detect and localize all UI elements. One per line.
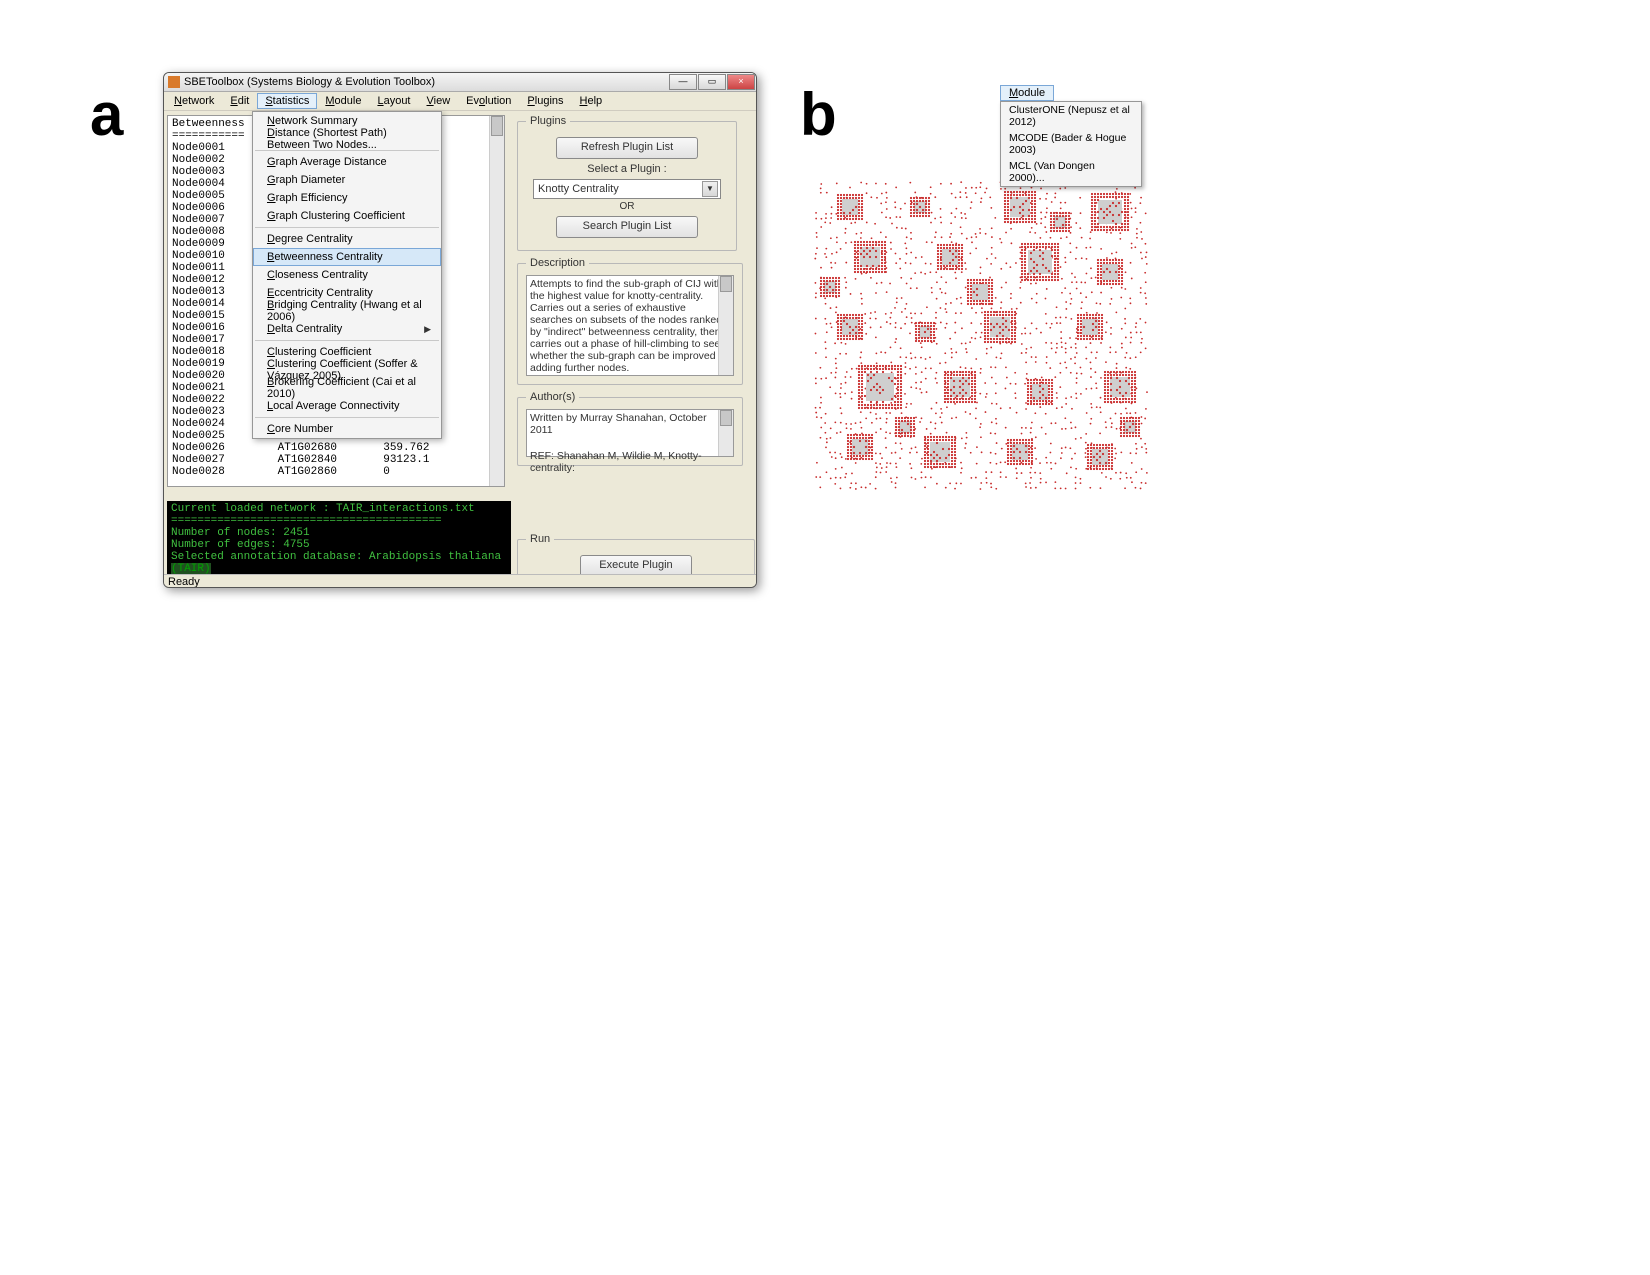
network-visualization[interactable]	[810, 177, 1150, 492]
app-icon	[168, 76, 180, 88]
description-fieldset: Description Attempts to find the sub-gra…	[517, 257, 743, 385]
description-textbox[interactable]: Attempts to find the sub-graph of CIJ wi…	[526, 275, 734, 376]
menu-edit[interactable]: Edit	[222, 93, 257, 109]
scroll-thumb[interactable]	[720, 276, 732, 292]
menu-network[interactable]: Network	[166, 93, 222, 109]
module-dropdown: ClusterONE (Nepusz et al 2012)MCODE (Bad…	[1000, 101, 1142, 187]
menu-separator	[255, 227, 439, 228]
menubar: NetworkEditStatisticsModuleLayoutViewEvo…	[164, 92, 756, 111]
terminal-line: Number of nodes: 2451	[171, 527, 507, 539]
statusbar: Ready	[164, 574, 756, 588]
stats-menu-item[interactable]: Bridging Centrality (Hwang et al 2006)	[253, 302, 441, 320]
scrollbar[interactable]	[489, 116, 504, 486]
menu-view[interactable]: View	[419, 93, 459, 109]
author-line2: REF: Shanahan M, Wildie M, Knotty-centra…	[530, 450, 730, 474]
figure-label-b: b	[800, 80, 837, 149]
search-plugin-button[interactable]: Search Plugin List	[556, 216, 698, 238]
figure-label-a: a	[90, 80, 123, 149]
run-legend: Run	[526, 533, 554, 545]
terminal-output[interactable]: Current loaded network : TAIR_interactio…	[167, 501, 511, 579]
module-menu-item[interactable]: ClusterONE (Nepusz et al 2012)	[1001, 102, 1141, 130]
menu-evolution[interactable]: Evolution	[458, 93, 519, 109]
stats-menu-item[interactable]: Graph Efficiency	[253, 189, 441, 207]
menu-statistics[interactable]: Statistics	[257, 93, 317, 109]
menu-module[interactable]: Module	[317, 93, 369, 109]
stats-menu-item[interactable]: Distance (Shortest Path) Between Two Nod…	[253, 130, 441, 148]
select-plugin-label: Select a Plugin :	[526, 163, 728, 175]
menu-separator	[255, 417, 439, 418]
menu-separator	[255, 340, 439, 341]
chevron-down-icon[interactable]: ▼	[702, 181, 718, 197]
maximize-button[interactable]: ▭	[698, 74, 726, 90]
menu-layout[interactable]: Layout	[369, 93, 418, 109]
plugins-fieldset: Plugins Refresh Plugin List Select a Plu…	[517, 115, 737, 251]
stats-menu-item[interactable]: Core Number	[253, 420, 441, 438]
module-menu-button[interactable]: Module	[1000, 85, 1054, 101]
description-legend: Description	[526, 257, 589, 269]
scroll-thumb[interactable]	[720, 410, 732, 426]
terminal-line: Current loaded network : TAIR_interactio…	[171, 503, 507, 515]
terminal-line: ========================================…	[171, 515, 507, 527]
menu-help[interactable]: Help	[572, 93, 611, 109]
scrollbar[interactable]	[718, 276, 733, 375]
stats-menu-item[interactable]: Brokering Coefficient (Cai et al 2010)	[253, 379, 441, 397]
stats-menu-item[interactable]: Graph Diameter	[253, 171, 441, 189]
window-title: SBEToolbox (Systems Biology & Evolution …	[184, 76, 435, 88]
statistics-dropdown: Network SummaryDistance (Shortest Path) …	[252, 111, 442, 439]
stats-menu-item[interactable]: Graph Average Distance	[253, 153, 441, 171]
stats-menu-item[interactable]: Graph Clustering Coefficient	[253, 207, 441, 225]
app-window: SBEToolbox (Systems Biology & Evolution …	[163, 72, 757, 588]
close-button[interactable]: ×	[727, 74, 755, 90]
scrollbar[interactable]	[718, 410, 733, 456]
refresh-plugin-button[interactable]: Refresh Plugin List	[556, 137, 698, 159]
menu-plugins[interactable]: Plugins	[519, 93, 571, 109]
plugin-combobox[interactable]: Knotty Centrality ▼	[533, 179, 721, 199]
stats-menu-item[interactable]: Betweenness Centrality	[253, 248, 441, 266]
plugin-combobox-value: Knotty Centrality	[538, 183, 619, 195]
titlebar[interactable]: SBEToolbox (Systems Biology & Evolution …	[164, 73, 756, 92]
scroll-thumb[interactable]	[491, 116, 503, 136]
chevron-right-icon: ▶	[424, 324, 431, 335]
module-menu-item[interactable]: MCL (Van Dongen 2000)...	[1001, 158, 1141, 186]
module-menu: Module ClusterONE (Nepusz et al 2012)MCO…	[1000, 85, 1142, 187]
terminal-line: Number of edges: 4755	[171, 539, 507, 551]
minimize-button[interactable]: —	[669, 74, 697, 90]
author-line1: Written by Murray Shanahan, October 2011	[530, 412, 730, 436]
stats-menu-item[interactable]: Closeness Centrality	[253, 266, 441, 284]
plugins-legend: Plugins	[526, 115, 570, 127]
author-fieldset: Author(s) Written by Murray Shanahan, Oc…	[517, 391, 743, 466]
author-legend: Author(s)	[526, 391, 579, 403]
terminal-line: Selected annotation database: Arabidopsi…	[171, 551, 507, 563]
module-menu-item[interactable]: MCODE (Bader & Hogue 2003)	[1001, 130, 1141, 158]
author-textbox[interactable]: Written by Murray Shanahan, October 2011…	[526, 409, 734, 457]
description-text: Attempts to find the sub-graph of CIJ wi…	[530, 278, 730, 374]
or-label: OR	[526, 201, 728, 212]
stats-menu-item[interactable]: Degree Centrality	[253, 230, 441, 248]
